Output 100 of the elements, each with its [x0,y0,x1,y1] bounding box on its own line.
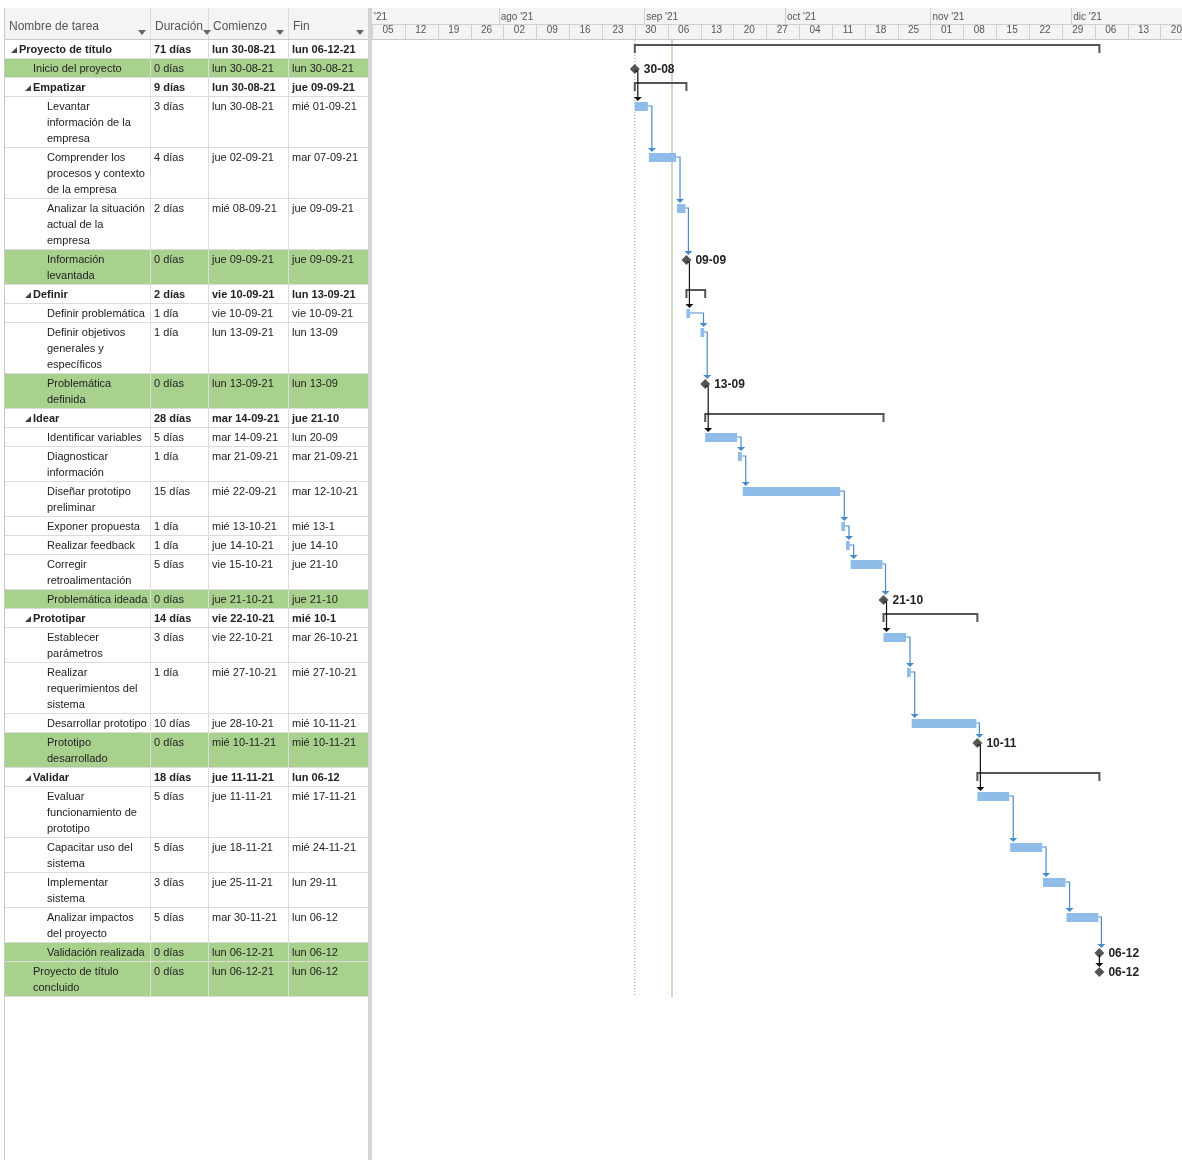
week-label: 30 [644,23,658,37]
finish-date-cell: lun 13-09-21 [292,288,356,300]
milestone-label: 21-10 [892,593,924,607]
duration-cell: 1 día [154,539,179,551]
summary-bar[interactable] [685,289,707,299]
duration-cell: 9 días [154,81,186,93]
finish-date-cell: jue 21-10 [292,558,338,570]
task-name: Implementar sistema [47,875,110,906]
column-header[interactable]: Comienzo [213,17,268,35]
milestone-diamond[interactable] [1094,967,1105,977]
dependency-arrow [1064,881,1074,912]
finish-date-cell: lun 30-08-21 [292,62,354,74]
milestone-diamond[interactable] [878,595,889,605]
finish-date-cell: jue 09-09-21 [292,202,354,214]
summary-bar[interactable] [882,613,979,623]
start-date-cell: mié 22-09-21 [212,485,277,497]
dropdown-caret-icon[interactable] [276,30,284,35]
dependency-arrow [647,105,656,152]
duration-cell: 1 día [154,326,179,338]
start-date-cell: jue 21-10-21 [212,593,274,605]
start-date-cell: mar 21-09-21 [212,450,279,462]
summary-bar[interactable] [704,413,885,423]
week-label: 18 [874,23,888,37]
duration-cell: 0 días [154,965,184,977]
week-label: 20 [742,23,756,37]
collapse-triangle-icon[interactable] [25,416,31,422]
dependency-arrow [1095,954,1104,967]
week-label: 02 [512,23,526,37]
duration-cell: 15 días [154,485,191,497]
milestone-diamond[interactable] [700,379,711,389]
duration-cell: 1 día [154,307,179,319]
duration-cell: 5 días [154,431,184,443]
duration-cell: 10 días [154,717,191,729]
collapse-triangle-icon[interactable] [25,85,31,91]
column-header[interactable]: Fin [293,17,310,35]
week-label: 13 [709,23,724,37]
duration-cell: 3 días [154,876,184,888]
task-name: Comprender los procesos y contexto de la empresa [47,150,146,197]
month-label: nov '21 [932,10,965,24]
finish-date-cell: mié 10-11-21 [292,717,356,729]
start-date-cell: lun 06-12-21 [212,965,274,977]
start-date-cell: mié 13-10-21 [212,520,277,532]
task-name: Validar [33,770,71,785]
milestone-diamond[interactable] [681,255,692,265]
month-label: oct '21 [786,10,817,24]
summary-bar[interactable] [976,772,1101,782]
duration-cell: 0 días [154,593,184,605]
duration-cell: 1 día [154,520,179,532]
month-label: sep '21 [646,10,679,24]
duration-cell: 5 días [154,911,184,923]
start-date-cell: vie 22-10-21 [212,631,274,643]
week-label: 06 [1104,23,1118,37]
column-header[interactable]: Nombre de tarea [9,17,100,35]
duration-cell: 5 días [154,841,184,853]
finish-date-cell: lun 13-09 [292,326,338,338]
finish-date-cell: jue 21-10 [292,412,340,424]
month-label: ago '21 [500,10,534,24]
week-label: 08 [972,23,986,37]
task-name: Corregir retroalimentación [47,557,133,588]
finish-date-cell: vie 10-09-21 [292,307,354,319]
start-date-cell: lun 13-09-21 [212,326,274,338]
finish-date-cell: mar 07-09-21 [292,151,359,163]
week-label: 23 [611,23,625,37]
duration-cell: 0 días [154,946,184,958]
collapse-triangle-icon[interactable] [25,616,31,622]
dropdown-caret-icon[interactable] [356,30,364,35]
week-label: 01 [939,23,953,37]
start-date-cell: jue 11-11-21 [212,790,273,802]
finish-date-cell: mié 24-11-21 [292,841,356,853]
task-name: Prototipar [33,611,87,626]
dependency-arrow [976,744,985,791]
column-header[interactable]: Duración [155,17,204,35]
start-date-cell: lun 30-08-21 [212,43,276,55]
collapse-triangle-icon[interactable] [25,292,31,298]
collapse-triangle-icon[interactable] [25,775,31,781]
finish-date-cell: jue 09-09-21 [292,253,354,265]
finish-date-cell: mié 01-09-21 [292,100,357,112]
dependency-arrow [703,331,712,379]
milestone-diamond[interactable] [972,738,983,748]
dependency-arrow [1097,916,1106,948]
dependency-arrow [881,563,890,595]
start-date-cell: jue 02-09-21 [212,151,274,163]
summary-bar[interactable] [633,44,1101,54]
week-label: 06 [677,23,691,37]
milestone-label: 09-09 [695,253,727,267]
duration-cell: 3 días [154,100,184,112]
week-label: 11 [841,23,855,37]
dropdown-caret-icon[interactable] [203,30,212,35]
milestone-diamond[interactable] [1094,948,1105,958]
dependency-arrow [839,490,849,521]
duration-cell: 0 días [154,377,184,389]
start-date-cell: lun 06-12-21 [212,946,274,958]
task-name: Proyecto de título concluido [33,964,120,995]
milestone-diamond[interactable] [629,64,640,74]
dropdown-caret-icon[interactable] [138,30,146,35]
task-name: Realizar requerimientos del sistema [47,665,139,712]
dependency-arrow [736,436,746,451]
collapse-triangle-icon[interactable] [11,47,17,53]
summary-bar[interactable] [633,82,688,92]
dependency-arrow [849,544,858,559]
